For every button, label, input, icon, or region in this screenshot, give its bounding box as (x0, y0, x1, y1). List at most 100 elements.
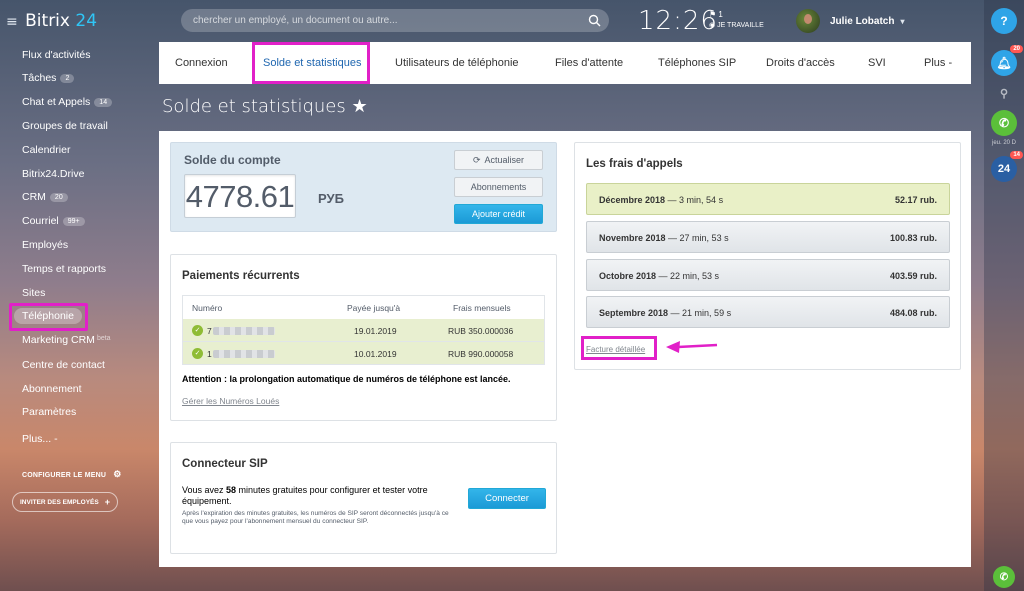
brand-logo[interactable]: ≡ Bitrix 24 (6, 11, 97, 31)
sidebar-item-temps[interactable]: Temps et rapports (22, 263, 106, 275)
count-badge: 20 (49, 193, 68, 202)
flag-icon: ⚑ (709, 10, 717, 19)
fee-period: Octobre 2018 — 22 min, 53 s (599, 271, 719, 281)
fee-amount: 100.83 rub. (889, 233, 937, 243)
call-button[interactable]: ✆ (993, 566, 1015, 588)
fee-month: Octobre 2018 (599, 271, 657, 281)
table-header: Numéro Payée jusqu'à Frais mensuels (182, 295, 545, 319)
row-number: 1 (207, 349, 212, 359)
balance-label: Solde du compte (184, 153, 281, 167)
fee-duration: — 22 min, 53 s (656, 271, 720, 281)
row-fee: RUB 990.000058 (448, 349, 514, 359)
configure-menu-link[interactable]: CONFIGURER LE MENU ⚙ (22, 469, 122, 480)
notifications-button[interactable]: 🔔︎ 20 (991, 45, 1023, 76)
column-header: Numéro (192, 303, 223, 313)
b24-label: 24 (997, 163, 1011, 175)
fee-period: Décembre 2018 — 3 min, 54 s (599, 195, 723, 205)
sidebar-item-sites[interactable]: Sites (22, 287, 45, 299)
help-button[interactable]: ? (991, 8, 1017, 34)
add-credit-button[interactable]: Ajouter crédit (454, 204, 543, 224)
phone-icon: ✆ (999, 571, 1009, 583)
sidebar-item-label: Courriel (22, 215, 59, 227)
sidebar-item-label: Abonnement (22, 383, 82, 395)
refresh-button[interactable]: ⟳ Actualiser (454, 150, 543, 170)
search-icon[interactable] (588, 14, 601, 27)
fees-title: Les frais d'appels (586, 158, 683, 170)
sidebar-item-flux[interactable]: Flux d'activités (22, 49, 91, 61)
tab-files[interactable]: Files d'attente (555, 57, 623, 69)
refresh-label: Actualiser (484, 155, 525, 165)
manage-numbers-link[interactable]: Gérer les Numéros Loués (182, 396, 279, 406)
fee-period: Septembre 2018 — 21 min, 59 s (599, 308, 731, 318)
search-box[interactable] (181, 9, 609, 32)
fee-row[interactable]: Novembre 2018 — 27 min, 53 s 100.83 rub. (586, 221, 950, 253)
tab-droits[interactable]: Droits d'accès (766, 57, 835, 69)
notifications-badge: 20 (1010, 45, 1023, 53)
bell-icon: 🔔︎ (996, 56, 1012, 70)
sidebar-item-label: Flux d'activités (22, 49, 91, 61)
sidebar-item-drive[interactable]: Bitrix24.Drive (22, 168, 84, 180)
user-menu[interactable]: Julie Lobatch ▾ (796, 8, 904, 34)
fee-duration: — 21 min, 59 s (668, 308, 732, 318)
configure-menu-label: CONFIGURER LE MENU (22, 472, 107, 479)
fee-row[interactable]: Octobre 2018 — 22 min, 53 s 403.59 rub. (586, 259, 950, 291)
balance-currency: РУБ (318, 191, 344, 206)
sidebar-item-employes[interactable]: Employés (22, 239, 68, 251)
fee-amount: 403.59 rub. (889, 271, 937, 281)
redacted-number (213, 350, 275, 358)
sidebar-item-groupes[interactable]: Groupes de travail (22, 120, 108, 132)
sidebar-item-taches[interactable]: Tâches 2 (22, 72, 75, 84)
tab-sip[interactable]: Téléphones SIP (658, 57, 736, 69)
fee-period: Novembre 2018 — 27 min, 53 s (599, 233, 729, 243)
invite-employees-button[interactable]: INVITER DES EMPLOYÉS + (12, 492, 118, 512)
fee-row[interactable]: Septembre 2018 — 21 min, 59 s 484.08 rub… (586, 296, 950, 328)
clock[interactable]: 12:26 (638, 6, 718, 36)
connect-button[interactable]: Connecter (468, 488, 546, 509)
sip-minutes: 58 (226, 485, 237, 495)
top-bar: ≡ Bitrix 24 12:26 ⚑ 1 ◉ JE TRAVAILLE Jul… (0, 0, 980, 42)
brand-name: Bitrix (25, 11, 70, 31)
menu-icon[interactable]: ≡ (6, 14, 18, 30)
bitrix24-button[interactable]: 24 14 (991, 151, 1023, 182)
b24-badge: 14 (1010, 151, 1023, 159)
work-status[interactable]: ⚑ 1 ◉ JE TRAVAILLE (709, 9, 764, 31)
brand-number: 24 (75, 11, 98, 31)
sidebar-item-label: Chat et Appels (22, 96, 91, 108)
sidebar-item-contact[interactable]: Centre de contact (22, 359, 105, 371)
fee-amount: 52.17 rub. (894, 195, 937, 205)
tab-utilisateurs[interactable]: Utilisateurs de téléphonie (395, 57, 519, 69)
sidebar-item-parametres[interactable]: Paramètres (22, 406, 76, 418)
sidebar-item-crm[interactable]: CRM 20 (22, 191, 68, 203)
sidebar-item-label: Calendrier (22, 144, 71, 156)
redacted-number (213, 327, 275, 335)
tab-svi[interactable]: SVI (868, 57, 886, 69)
phone-button[interactable]: ✆ (991, 110, 1017, 136)
fee-month: Novembre 2018 (599, 233, 666, 243)
balance-card: Solde du compte 4778.61 РУБ ⟳ Actualiser… (170, 142, 557, 232)
sidebar-item-calendrier[interactable]: Calendrier (22, 144, 70, 156)
subscriptions-button[interactable]: Abonnements (454, 177, 543, 197)
sidebar-item-chat[interactable]: Chat et Appels 14 (22, 96, 113, 108)
row-paid-until: 19.01.2019 (354, 326, 397, 336)
fee-row[interactable]: Décembre 2018 — 3 min, 54 s 52.17 rub. (586, 183, 950, 215)
sidebar-item-label: Sites (22, 287, 46, 299)
table-row: ✓ 7 19.01.2019 RUB 350.000036 (182, 319, 545, 342)
tab-connexion[interactable]: Connexion (175, 57, 228, 69)
row-fee: RUB 350.000036 (448, 326, 514, 336)
search-input[interactable] (193, 12, 573, 29)
recurring-table: Numéro Payée jusqu'à Frais mensuels ✓ 7 … (182, 295, 545, 365)
sidebar-item-plus[interactable]: Plus... - (22, 433, 58, 445)
check-icon: ✓ (192, 325, 203, 336)
sidebar-item-marketing[interactable]: Marketing CRM beta (22, 334, 111, 346)
arrow-left-icon (666, 341, 718, 353)
right-rail: ? 🔔︎ 20 ⚲ ✆ jeu. 20 D 24 14 ✆ (984, 0, 1024, 591)
count-badge: 14 (94, 98, 113, 107)
fee-duration: — 3 min, 54 s (665, 195, 724, 205)
sidebar-item-abonnement[interactable]: Abonnement (22, 383, 82, 395)
tab-plus[interactable]: Plus - (924, 57, 952, 69)
avatar[interactable] (796, 9, 820, 33)
search-icon[interactable]: ⚲ (991, 80, 1017, 106)
sidebar-item-label: Groupes de travail (22, 120, 108, 132)
column-header: Frais mensuels (453, 303, 511, 313)
sidebar-item-courriel[interactable]: Courriel 99+ (22, 215, 85, 227)
